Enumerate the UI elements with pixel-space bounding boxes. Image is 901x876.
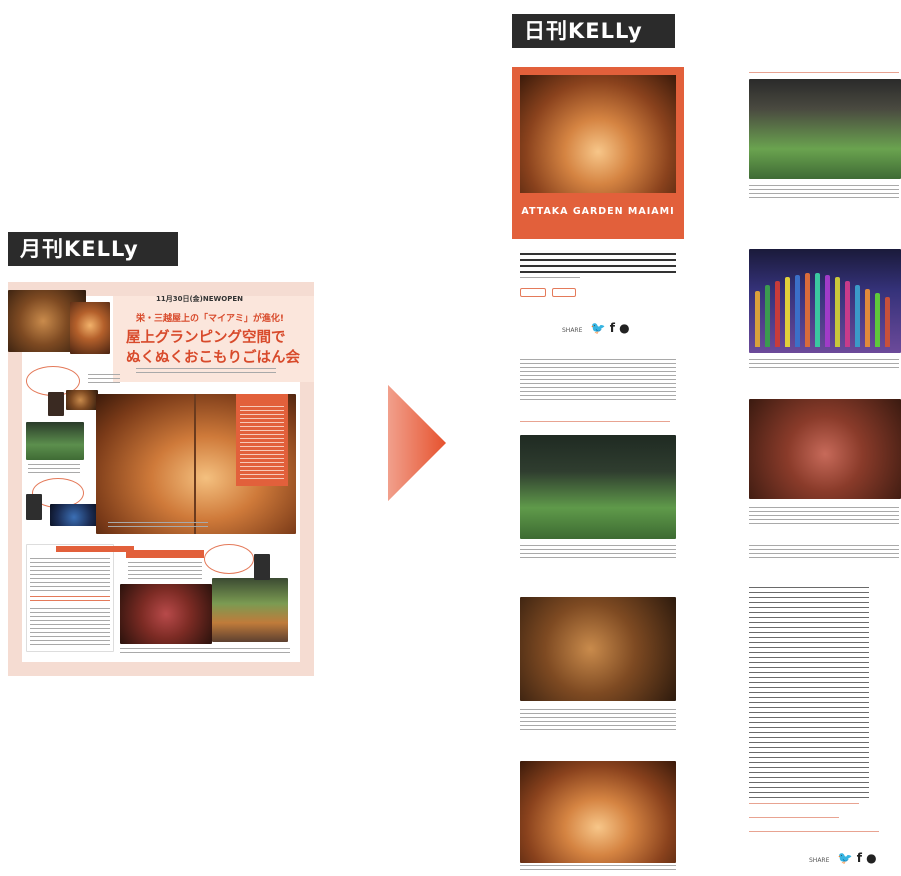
bottle-7 — [815, 273, 820, 347]
magazine-person-photo-2 — [26, 494, 42, 520]
bottle-9 — [835, 277, 840, 347]
twitter-icon[interactable]: 🐦 — [838, 851, 853, 865]
magazine-shop-card-highlight — [30, 596, 110, 604]
article-hero: ATTAKA GARDEN MAIAMI — [512, 67, 684, 239]
article-caption-bar-counter — [749, 185, 899, 201]
hero-shop-name: ATTAKA GARDEN MAIAMI — [521, 206, 675, 217]
magazine-grill-photo — [66, 390, 98, 410]
bottle-13 — [875, 293, 880, 347]
magazine-person-photo-1 — [48, 392, 64, 416]
bottle-3 — [775, 281, 780, 347]
hero-tent-photo — [520, 75, 676, 193]
shop-website-link[interactable] — [749, 803, 859, 804]
bottle-14 — [885, 297, 890, 347]
article-title[interactable] — [520, 253, 676, 273]
bottle-11 — [855, 285, 860, 347]
shop-info-list — [749, 587, 869, 801]
article-caption-steak — [749, 507, 899, 527]
bottle-5 — [795, 275, 800, 347]
daily-kelly-label: 日刊KELLy — [512, 14, 675, 48]
magazine-shop-card-details — [30, 608, 110, 648]
share-label: SHARE — [562, 327, 583, 334]
magazine-photo-caption — [108, 522, 208, 530]
article-section-link-2[interactable] — [749, 72, 899, 73]
magazine-spread: 11月30日(金)NEWOPEN 栄・三越屋上の「マイアミ」が進化! 屋上グラン… — [8, 282, 314, 676]
share-label-2: SHARE — [809, 857, 830, 864]
bottle-12 — [865, 289, 870, 347]
article-caption-bottles — [749, 359, 899, 371]
article-tag-1[interactable] — [520, 288, 546, 297]
article-section-link-1[interactable] — [520, 421, 670, 422]
magazine-caption-1 — [88, 374, 120, 386]
line-icon[interactable]: ● — [866, 851, 876, 865]
magazine-night-photo — [50, 504, 98, 526]
shop-facebook-link[interactable] — [749, 831, 879, 832]
facebook-icon[interactable]: f — [610, 321, 615, 335]
bottle-8 — [825, 275, 830, 347]
magazine-garden-photo — [26, 422, 84, 460]
article-caption-garden — [520, 545, 676, 561]
line-icon[interactable]: ● — [619, 321, 629, 335]
article-photo-food — [520, 597, 676, 701]
magazine-bottom-caption — [120, 648, 290, 656]
bottle-4 — [785, 277, 790, 347]
web-article-column-1: ATTAKA GARDEN MAIAMI SHARE 🐦 f ● — [512, 67, 684, 876]
magazine-food-photo-2 — [70, 302, 110, 354]
article-photo-garden — [520, 435, 676, 539]
article-photo-bottles — [749, 249, 901, 353]
article-photo-steak — [749, 399, 901, 499]
bottle-10 — [845, 281, 850, 347]
magazine-bar-photo — [212, 578, 288, 642]
bottle-6 — [805, 273, 810, 347]
article-caption-food — [520, 709, 676, 733]
magazine-shop-card-band — [56, 546, 134, 552]
article-photo-tent — [520, 761, 676, 863]
magazine-caption-2 — [28, 464, 80, 474]
share-bar-2: SHARE 🐦 f ● — [809, 851, 877, 865]
magazine-tent-pole — [194, 394, 196, 534]
article-caption-tent — [520, 865, 676, 873]
comparison-stage: 月刊KELLy 11月30日(金)NEWOPEN 栄・三越屋上の「マイアミ」が進… — [0, 0, 901, 876]
bottle-1 — [755, 291, 760, 347]
magazine-title-line1: 屋上グランピング空間で — [126, 330, 286, 346]
magazine-info-text — [240, 406, 284, 482]
web-article-column-2: SHARE 🐦 f ● — [749, 67, 901, 876]
article-photo-bar-counter — [749, 79, 901, 179]
magazine-steak-photo — [120, 584, 212, 644]
bottle-2 — [765, 285, 770, 347]
magazine-lead-text — [136, 368, 276, 376]
article-text-block — [749, 545, 899, 561]
magazine-shop-card-text — [30, 558, 110, 594]
article-intro-text — [520, 359, 676, 403]
share-bar-1: SHARE 🐦 f ● — [562, 321, 630, 335]
shop-twitter-link[interactable] — [749, 817, 839, 818]
twitter-icon[interactable]: 🐦 — [591, 321, 606, 335]
magazine-title-line2: ぬくぬくおこもりごはん会 — [126, 350, 300, 366]
magazine-newopen-badge: 11月30日(金)NEWOPEN — [156, 295, 243, 303]
magazine-menu-text — [128, 562, 202, 582]
magazine-speech-bubble-3 — [204, 544, 254, 574]
magazine-person-photo-3 — [254, 554, 270, 580]
facebook-icon[interactable]: f — [857, 851, 862, 865]
monthly-kelly-label: 月刊KELLy — [8, 232, 178, 266]
article-tag-2[interactable] — [552, 288, 576, 297]
article-date — [520, 277, 580, 281]
magazine-subtitle: 栄・三越屋上の「マイアミ」が進化! — [136, 314, 284, 324]
magazine-menu-band — [126, 550, 204, 558]
